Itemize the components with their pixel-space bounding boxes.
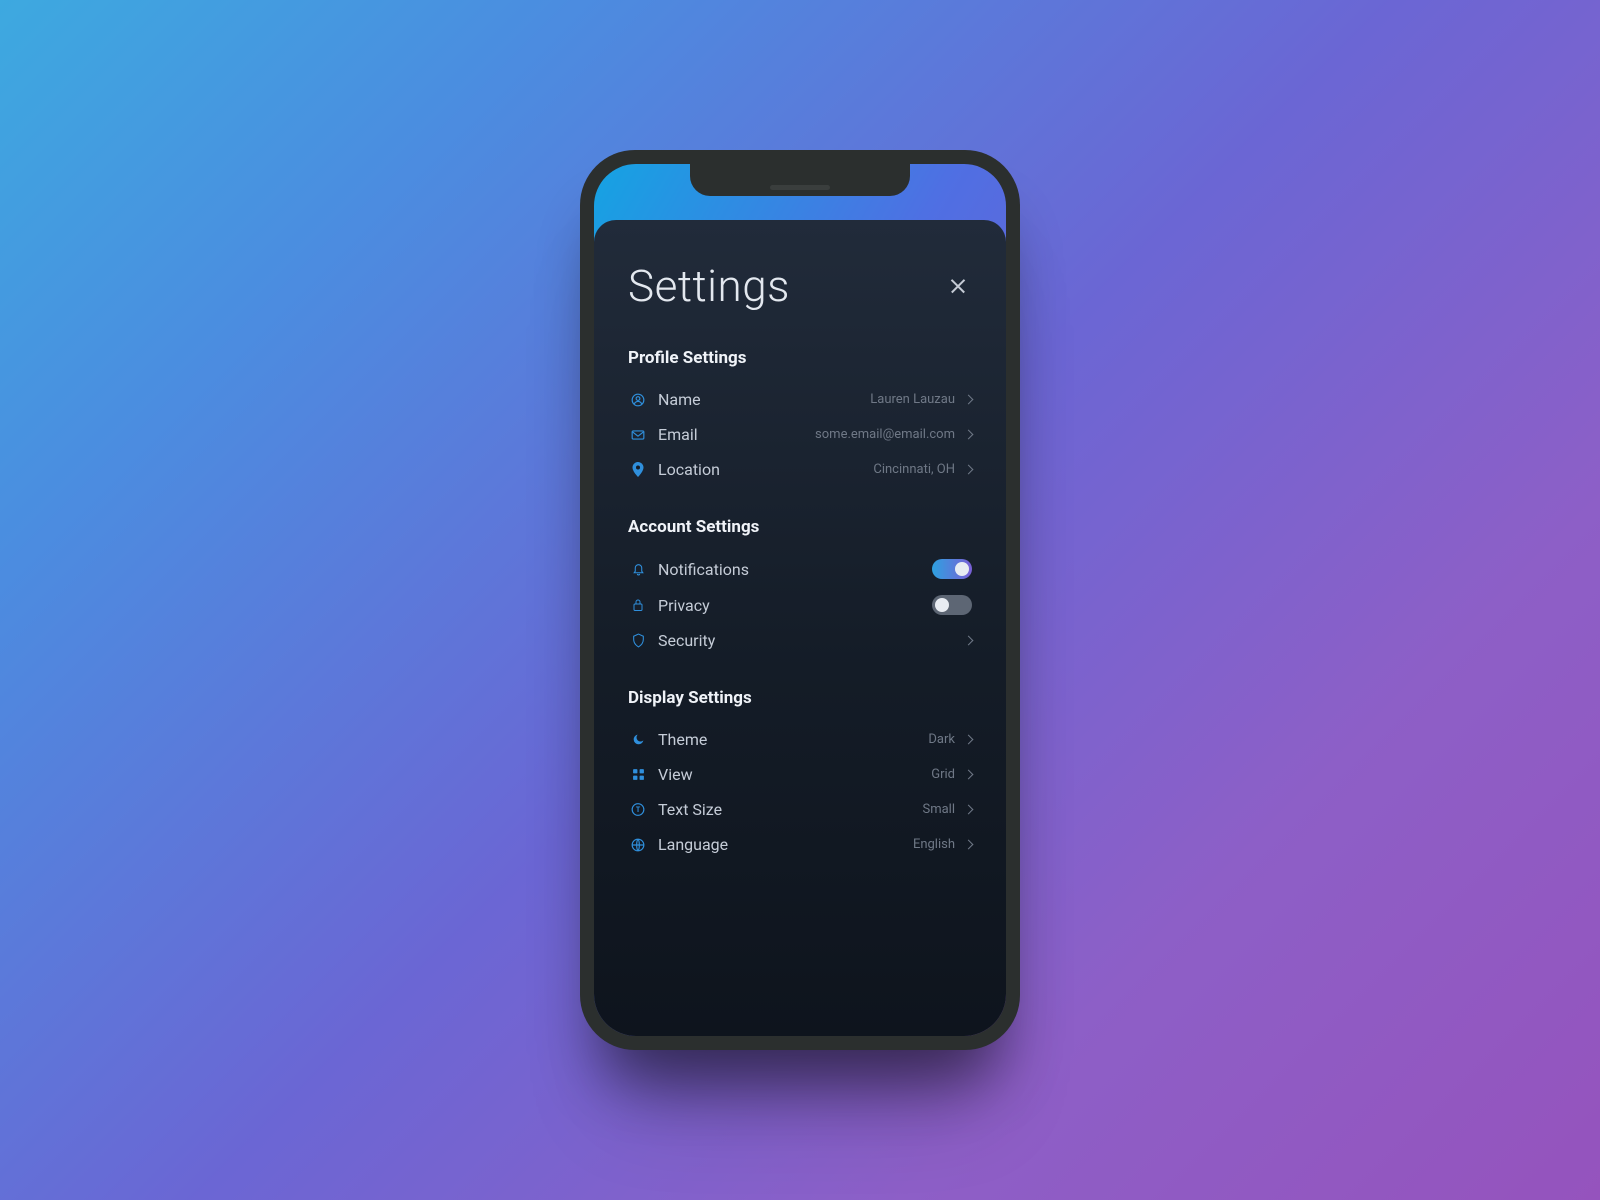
row-label: View xyxy=(658,765,693,784)
row-value: Dark xyxy=(928,732,955,747)
phone-notch xyxy=(690,164,910,196)
moon-icon xyxy=(628,733,648,746)
shield-icon xyxy=(628,633,648,648)
panel-header: Settings xyxy=(628,260,972,312)
row-value: Grid xyxy=(931,767,955,782)
row-text-size[interactable]: T Text Size Small xyxy=(628,792,972,827)
section-title-profile: Profile Settings xyxy=(628,348,972,368)
svg-text:T: T xyxy=(636,806,641,814)
mail-icon xyxy=(628,429,648,441)
settings-panel: Settings Profile Settings Name Lauren La… xyxy=(594,220,1006,1036)
row-label: Notifications xyxy=(658,560,749,579)
chevron-right-icon xyxy=(964,735,974,745)
row-language[interactable]: Language English xyxy=(628,827,972,862)
row-location[interactable]: Location Cincinnati, OH xyxy=(628,452,972,487)
bell-icon xyxy=(628,562,648,576)
row-label: Email xyxy=(658,425,698,444)
chevron-right-icon xyxy=(964,840,974,850)
row-value: some.email@email.com xyxy=(815,427,955,442)
row-theme[interactable]: Theme Dark xyxy=(628,722,972,757)
section-profile: Profile Settings Name Lauren Lauzau xyxy=(628,348,972,487)
row-label: Name xyxy=(658,390,701,409)
text-size-icon: T xyxy=(628,803,648,816)
row-value: Cincinnati, OH xyxy=(873,462,955,477)
toggle-privacy[interactable] xyxy=(932,595,972,615)
chevron-right-icon xyxy=(964,430,974,440)
row-label: Language xyxy=(658,835,728,854)
section-display: Display Settings Theme Dark xyxy=(628,688,972,862)
row-security[interactable]: Security xyxy=(628,623,972,658)
chevron-right-icon xyxy=(964,395,974,405)
toggle-notifications[interactable] xyxy=(932,559,972,579)
row-view[interactable]: View Grid xyxy=(628,757,972,792)
user-icon xyxy=(628,393,648,407)
row-label: Location xyxy=(658,460,720,479)
row-label: Theme xyxy=(658,730,707,749)
location-pin-icon xyxy=(628,462,648,477)
row-email[interactable]: Email some.email@email.com xyxy=(628,417,972,452)
row-label: Privacy xyxy=(658,596,710,615)
page-title: Settings xyxy=(628,260,790,312)
row-label: Text Size xyxy=(658,800,722,819)
globe-icon xyxy=(628,838,648,852)
grid-icon xyxy=(628,768,648,781)
chevron-right-icon xyxy=(964,805,974,815)
row-privacy[interactable]: Privacy xyxy=(628,587,972,623)
section-account: Account Settings Notifications xyxy=(628,517,972,658)
row-label: Security xyxy=(658,631,715,650)
row-name[interactable]: Name Lauren Lauzau xyxy=(628,382,972,417)
phone-frame: Settings Profile Settings Name Lauren La… xyxy=(580,150,1020,1050)
lock-icon xyxy=(628,598,648,612)
phone-screen: Settings Profile Settings Name Lauren La… xyxy=(594,164,1006,1036)
row-value: Lauren Lauzau xyxy=(870,392,955,407)
row-notifications[interactable]: Notifications xyxy=(628,551,972,587)
section-title-account: Account Settings xyxy=(628,517,972,537)
close-icon[interactable] xyxy=(948,276,968,296)
chevron-right-icon xyxy=(964,770,974,780)
row-value: English xyxy=(913,837,955,852)
section-title-display: Display Settings xyxy=(628,688,972,708)
chevron-right-icon xyxy=(964,636,974,646)
row-value: Small xyxy=(922,802,955,817)
speaker-slot xyxy=(770,185,830,190)
chevron-right-icon xyxy=(964,465,974,475)
